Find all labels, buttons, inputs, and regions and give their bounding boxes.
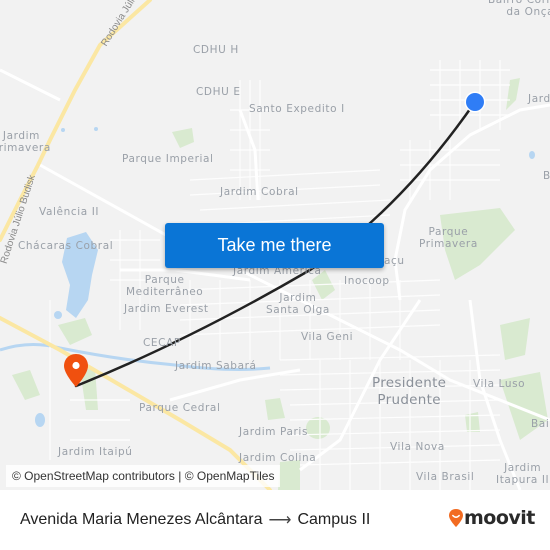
place-label: Vila Geni bbox=[301, 331, 354, 343]
place-label: Vila Brasil bbox=[416, 471, 475, 483]
place-label: Parque Primavera bbox=[419, 226, 478, 250]
place-label: CDHU E bbox=[196, 86, 241, 98]
place-label: Vila Nova bbox=[390, 441, 445, 453]
place-label: Jardim Itapura II bbox=[496, 462, 550, 486]
place-label: Parque Cedral bbox=[139, 402, 221, 414]
place-label: Jardim Itaipú bbox=[58, 446, 133, 458]
destination-pin-icon[interactable] bbox=[62, 353, 90, 389]
footer: Avenida Maria Menezes Alcântara ⟶ Campus… bbox=[0, 490, 550, 550]
place-label: açu bbox=[384, 255, 405, 267]
take-me-there-button[interactable]: Take me there bbox=[165, 223, 384, 268]
moovit-wordmark: moovit bbox=[464, 507, 535, 529]
origin-name: Avenida Maria Menezes Alcântara bbox=[20, 511, 263, 528]
place-label: Jard bbox=[528, 93, 550, 105]
place-label: Jardim Everest bbox=[124, 303, 209, 315]
destination-name: Campus II bbox=[297, 511, 371, 528]
place-label: Bair bbox=[531, 418, 550, 430]
place-label: Jardim Santa Olga bbox=[266, 292, 330, 316]
place-label: Parque Imperial bbox=[122, 153, 214, 165]
place-label: CDHU H bbox=[193, 44, 239, 56]
map-attribution[interactable]: © OpenStreetMap contributors | © OpenMap… bbox=[6, 465, 281, 487]
arrow-right-icon: ⟶ bbox=[268, 512, 292, 529]
place-label: Bairro Córrego da Onça bbox=[488, 0, 550, 18]
place-label: Vila Luso bbox=[473, 378, 526, 390]
place-label: Jardim Sabará bbox=[175, 360, 257, 372]
place-label: Jardim Primavera bbox=[0, 130, 51, 154]
city-label: Presidente Prudente bbox=[372, 375, 447, 408]
place-label: Jardim Colina bbox=[239, 452, 317, 464]
moovit-logo[interactable]: moovit bbox=[448, 508, 535, 528]
place-label: Chácaras Cobral bbox=[18, 240, 114, 252]
place-label: B bbox=[543, 170, 550, 182]
map[interactable]: Rodovia Júlio Rodovia Júlio Budisk CDHU … bbox=[0, 0, 550, 490]
place-label: Santo Expedito I bbox=[249, 103, 345, 115]
route-title: Avenida Maria Menezes Alcântara ⟶ Campus… bbox=[20, 500, 370, 540]
origin-marker[interactable] bbox=[463, 90, 487, 114]
moovit-pin-icon bbox=[449, 509, 463, 527]
place-label: CECAP bbox=[143, 337, 181, 349]
place-label: Jardim Paris bbox=[239, 426, 309, 438]
place-label: Inocoop bbox=[344, 275, 390, 287]
place-label: Jardim Cobral bbox=[220, 186, 299, 198]
place-label: Parque Mediterrâneo bbox=[126, 274, 204, 298]
place-label: Valência II bbox=[39, 206, 100, 218]
